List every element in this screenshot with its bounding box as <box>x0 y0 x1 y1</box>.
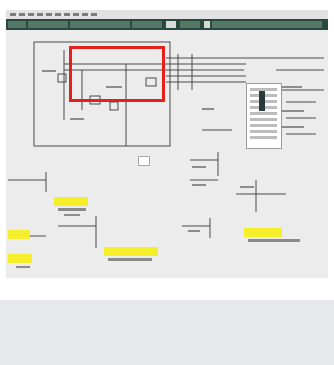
toolbar-button[interactable] <box>204 21 210 28</box>
menu-item-icon[interactable] <box>18 11 26 18</box>
menu-item-icon[interactable] <box>90 11 98 18</box>
highlight-annotation <box>8 254 32 263</box>
toolbar-button[interactable] <box>28 21 68 28</box>
pin-label <box>282 86 302 88</box>
application-window <box>6 10 328 278</box>
highlight-annotation <box>54 197 88 206</box>
pin-label <box>192 184 206 186</box>
toolbar-button[interactable] <box>166 21 176 28</box>
menu-item-icon[interactable] <box>72 11 80 18</box>
menu-item-icon[interactable] <box>63 11 71 18</box>
list-item[interactable] <box>250 136 277 139</box>
note-icon[interactable] <box>138 156 150 166</box>
screenshot-frame <box>0 0 334 300</box>
highlight-annotation <box>8 230 30 239</box>
menu-item-icon[interactable] <box>9 11 17 18</box>
highlight-annotation <box>104 247 158 256</box>
list-item[interactable] <box>250 124 277 127</box>
toolbar-button[interactable] <box>8 21 26 28</box>
pin-label <box>16 266 30 268</box>
pin-list-panel[interactable] <box>246 83 282 149</box>
toolbar-button[interactable] <box>70 21 130 28</box>
toolbar-button[interactable] <box>212 21 322 28</box>
menu-item-icon[interactable] <box>36 11 44 18</box>
pin-label <box>188 230 200 232</box>
pin-label <box>282 110 304 112</box>
toolbar-button[interactable] <box>180 21 200 28</box>
menu-item-icon[interactable] <box>81 11 89 18</box>
schematic-canvas[interactable] <box>6 30 328 278</box>
pin-label <box>192 166 206 168</box>
pin-label <box>64 214 80 216</box>
list-item[interactable] <box>250 130 277 133</box>
annotation-text <box>58 208 86 211</box>
menu-item-icon[interactable] <box>45 11 53 18</box>
annotation-text <box>248 239 300 242</box>
pin-label <box>282 126 304 128</box>
list-item[interactable] <box>250 112 277 115</box>
pin-label <box>240 186 254 188</box>
list-selection-icon[interactable] <box>259 91 265 111</box>
menu-item-icon[interactable] <box>27 11 35 18</box>
toolbar <box>6 19 328 30</box>
menu-item-icon[interactable] <box>54 11 62 18</box>
annotation-text <box>108 258 152 261</box>
list-item[interactable] <box>250 118 277 121</box>
menu-bar <box>6 10 328 19</box>
highlight-annotation <box>244 228 282 237</box>
pin-label <box>202 108 214 110</box>
toolbar-button[interactable] <box>132 21 162 28</box>
pin-label <box>42 70 56 72</box>
pin-label <box>70 118 84 120</box>
callout-highlight-box <box>69 46 165 102</box>
